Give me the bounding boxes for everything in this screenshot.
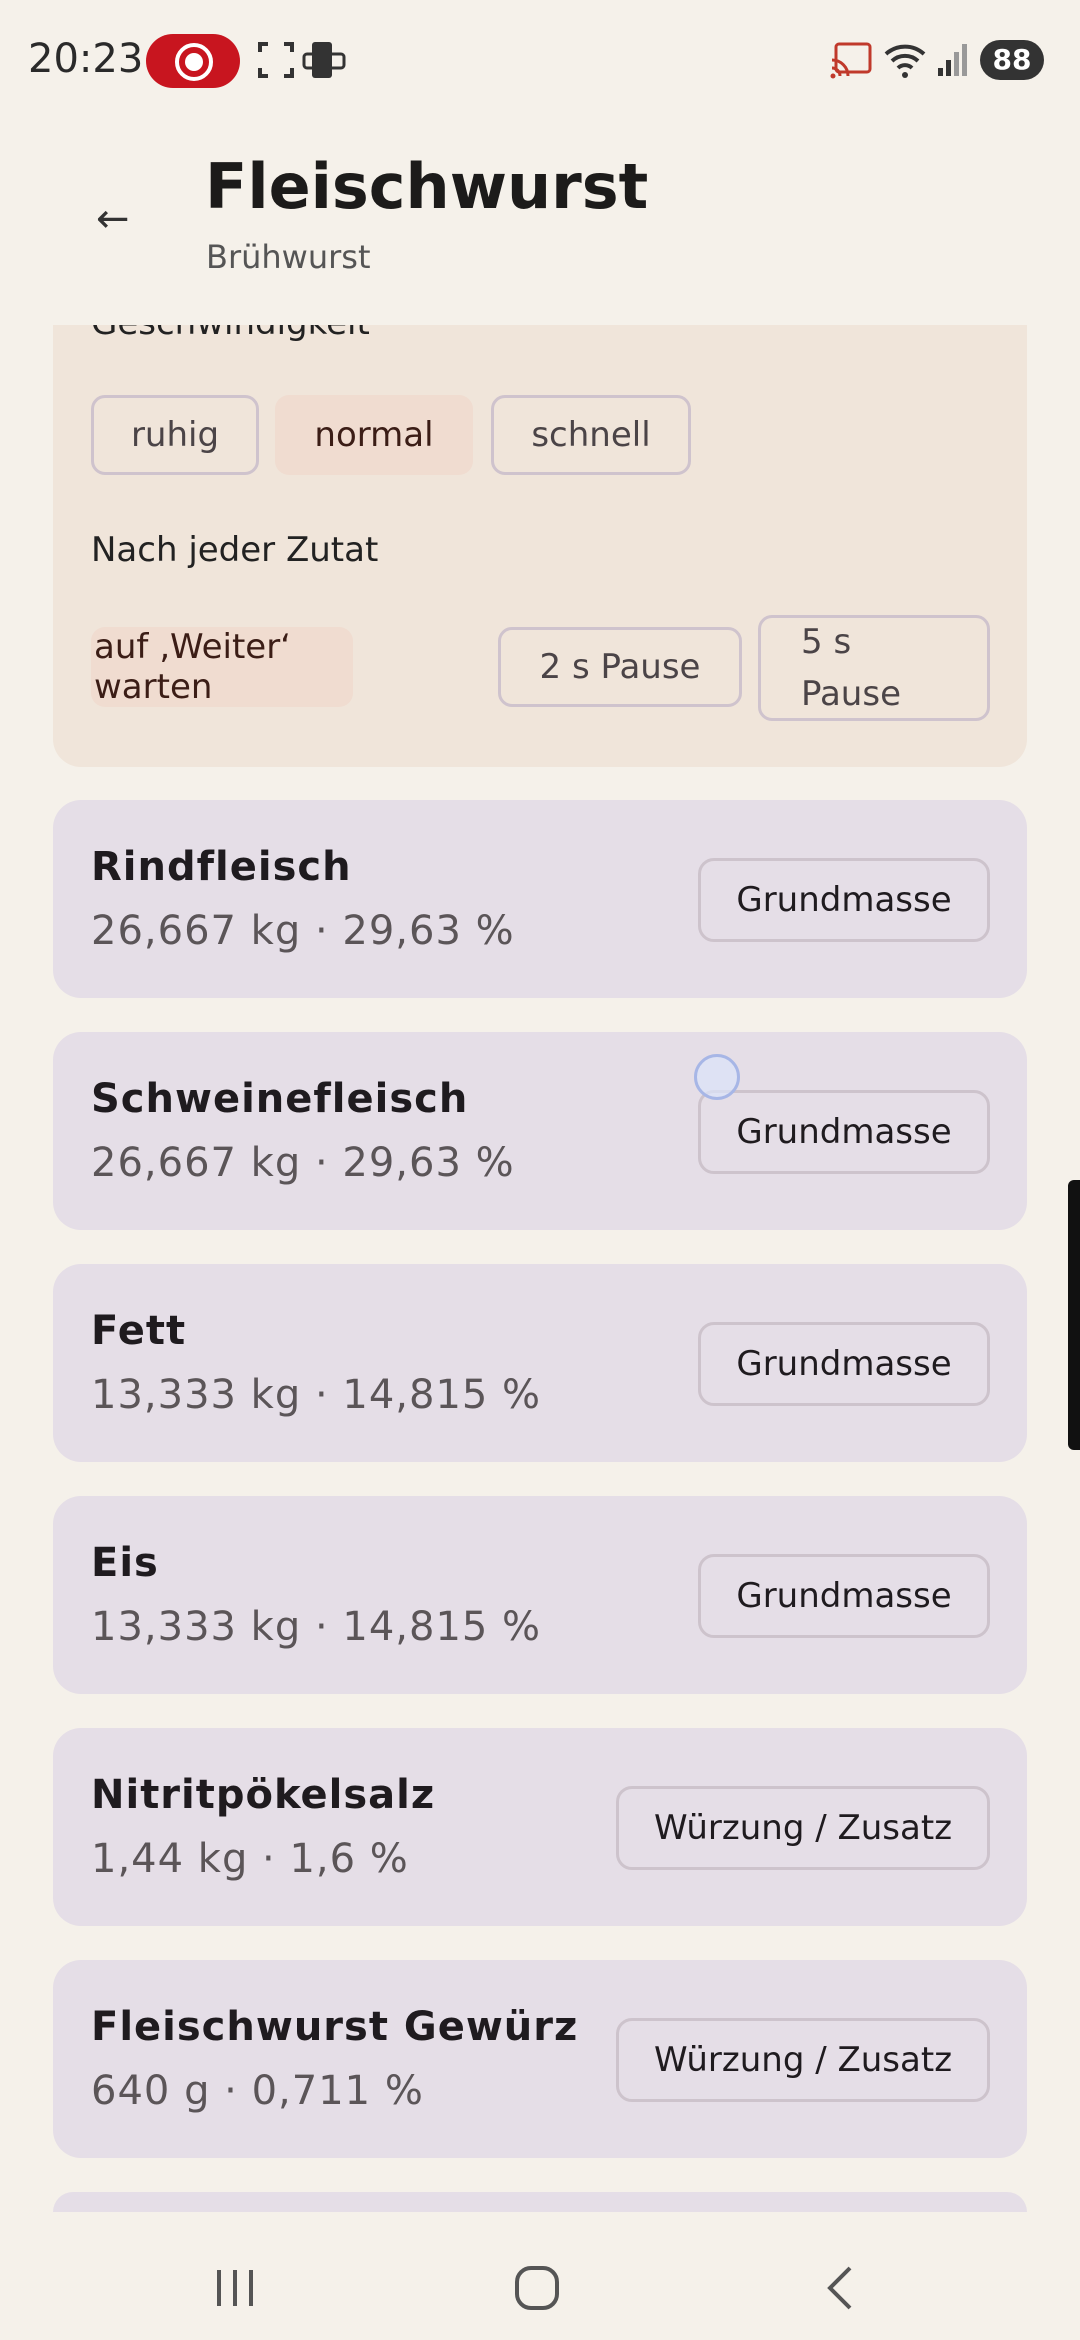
ingredient-amount: 640 g · 0,711 % [91, 2068, 424, 2114]
after-ingredient-label: Nach jeder Zutat [91, 530, 379, 570]
speed-option-ruhig[interactable]: ruhig [91, 395, 259, 475]
playback-settings-card: Geschwindigkeit ruhig normal schnell Nac… [53, 325, 1027, 767]
ingredient-card[interactable]: Fleischwurst Gewürz 640 g · 0,711 % Würz… [53, 1960, 1027, 2158]
cast-icon [830, 42, 872, 79]
ingredient-name: Fleischwurst Gewürz [91, 2004, 579, 2050]
home-button[interactable] [507, 2258, 567, 2318]
after-option-wait[interactable]: auf ‚Weiter‘ warten [91, 627, 353, 707]
rotate-phone-icon [302, 42, 346, 78]
page-subtitle: Brühwurst [206, 238, 371, 276]
page-title: Fleischwurst [205, 150, 649, 223]
ingredient-card[interactable]: Schweinefleisch 26,667 kg · 29,63 % Grun… [53, 1032, 1027, 1230]
back-button[interactable]: ← [96, 196, 130, 242]
signal-icon [938, 44, 967, 76]
ingredient-amount: 26,667 kg · 29,63 % [91, 1140, 515, 1186]
home-icon [515, 2266, 559, 2310]
ingredient-card[interactable]: Eis 13,333 kg · 14,815 % Grundmasse [53, 1496, 1027, 1694]
ingredient-card-partial[interactable] [53, 2192, 1027, 2212]
ingredient-card[interactable]: Fett 13,333 kg · 14,815 % Grundmasse [53, 1264, 1027, 1462]
category-button[interactable]: Grundmasse [698, 1322, 990, 1406]
ingredient-name: Nitritpökelsalz [91, 1772, 436, 1818]
back-nav-button[interactable] [810, 2258, 870, 2318]
category-button[interactable]: Grundmasse [698, 1090, 990, 1174]
recent-apps-button[interactable] [205, 2258, 265, 2318]
ingredient-card[interactable]: Nitritpökelsalz 1,44 kg · 1,6 % Würzung … [53, 1728, 1027, 1926]
ingredient-amount: 13,333 kg · 14,815 % [91, 1372, 542, 1418]
screen-record-indicator[interactable] [146, 34, 240, 88]
screenshot-frame-icon [258, 42, 294, 78]
edge-panel-handle[interactable] [1068, 1180, 1080, 1450]
category-button[interactable]: Würzung / Zusatz [616, 1786, 990, 1870]
speed-label: Geschwindigkeit [91, 325, 370, 343]
recent-apps-icon [217, 2270, 253, 2306]
after-option-5s-pause[interactable]: 5 s Pause [758, 615, 990, 721]
touch-indicator [694, 1054, 740, 1100]
ingredient-amount: 26,667 kg · 29,63 % [91, 908, 515, 954]
ingredient-name: Rindfleisch [91, 844, 352, 890]
ingredient-card[interactable]: Rindfleisch 26,667 kg · 29,63 % Grundmas… [53, 800, 1027, 998]
record-dot-icon [185, 53, 203, 71]
status-bar: 20:23 88 [0, 0, 1080, 120]
speed-option-normal[interactable]: normal [275, 395, 473, 475]
category-button[interactable]: Grundmasse [698, 1554, 990, 1638]
after-option-2s-pause[interactable]: 2 s Pause [498, 627, 742, 707]
battery-icon: 88 [980, 40, 1044, 80]
speed-option-schnell[interactable]: schnell [491, 395, 691, 475]
status-time: 20:23 [28, 36, 144, 82]
ingredient-amount: 1,44 kg · 1,6 % [91, 1836, 409, 1882]
wifi-icon [884, 44, 926, 78]
category-button[interactable]: Grundmasse [698, 858, 990, 942]
system-nav-bar [0, 2214, 1080, 2340]
ingredient-name: Eis [91, 1540, 159, 1586]
ingredient-name: Schweinefleisch [91, 1076, 469, 1122]
category-button[interactable]: Würzung / Zusatz [616, 2018, 990, 2102]
ingredient-amount: 13,333 kg · 14,815 % [91, 1604, 542, 1650]
ingredient-name: Fett [91, 1308, 187, 1354]
back-chevron-icon [827, 2266, 852, 2310]
